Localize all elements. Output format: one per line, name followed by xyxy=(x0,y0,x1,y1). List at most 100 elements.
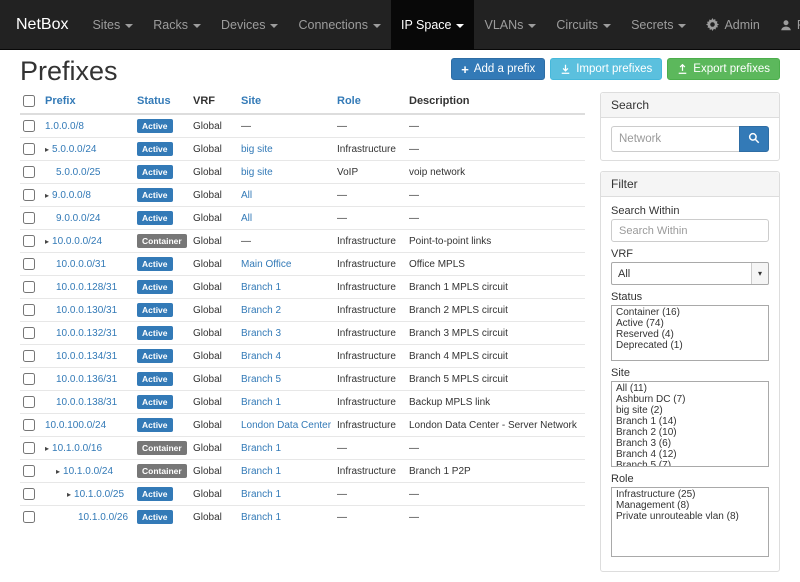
site-link[interactable]: London Data Center xyxy=(241,420,331,431)
site-link[interactable]: Branch 4 xyxy=(241,351,281,362)
row-checkbox[interactable] xyxy=(23,373,35,385)
prefix-link[interactable]: 10.0.0.136/31 xyxy=(56,374,117,385)
site-link[interactable]: All xyxy=(241,213,252,224)
prefix-link[interactable]: 1.0.0.0/8 xyxy=(45,121,84,132)
vrf-select[interactable]: All ▾ xyxy=(611,262,769,285)
column-header-site[interactable]: Site xyxy=(238,92,334,114)
description-cell: Branch 4 MPLS circuit xyxy=(406,345,585,368)
row-checkbox[interactable] xyxy=(23,189,35,201)
export-prefixes-button[interactable]: Export prefixes xyxy=(667,58,780,80)
row-checkbox[interactable] xyxy=(23,258,35,270)
column-header-role[interactable]: Role xyxy=(334,92,406,114)
site-link[interactable]: Branch 1 xyxy=(241,466,281,477)
filter-option[interactable]: Branch 1 (14) xyxy=(612,416,768,427)
vrf-cell: Global xyxy=(190,391,238,414)
filter-option[interactable]: Reserved (4) xyxy=(612,329,768,340)
filter-option[interactable]: Infrastructure (25) xyxy=(612,489,768,500)
filter-option[interactable]: Deprecated (1) xyxy=(612,340,768,351)
status-cell: Container xyxy=(134,460,190,483)
row-checkbox[interactable] xyxy=(23,304,35,316)
site-link[interactable]: Branch 1 xyxy=(241,397,281,408)
site-link[interactable]: Branch 2 xyxy=(241,305,281,316)
profile-link[interactable]: Profile xyxy=(770,0,800,49)
prefix-link[interactable]: 10.1.0.0/25 xyxy=(74,489,124,500)
add-a-prefix-button[interactable]: +Add a prefix xyxy=(451,58,545,80)
row-checkbox[interactable] xyxy=(23,419,35,431)
prefix-link[interactable]: 10.1.0.0/26 xyxy=(78,512,128,523)
filter-option[interactable]: Active (74) xyxy=(612,318,768,329)
nav-item-vlans[interactable]: VLANs xyxy=(474,0,546,49)
prefix-link[interactable]: 10.0.100.0/24 xyxy=(45,420,106,431)
prefix-link[interactable]: 10.1.0.0/24 xyxy=(63,466,113,477)
nav-item-sites[interactable]: Sites xyxy=(82,0,143,49)
nav-item-circuits[interactable]: Circuits xyxy=(546,0,621,49)
nav-item-label: Sites xyxy=(92,18,120,32)
filter-option[interactable]: Private unrouteable vlan (8) xyxy=(612,511,768,522)
prefix-link[interactable]: 9.0.0.0/8 xyxy=(52,190,91,201)
filter-option[interactable]: Ashburn DC (7) xyxy=(612,394,768,405)
prefix-link[interactable]: 10.1.0.0/16 xyxy=(52,443,102,454)
prefix-link[interactable]: 10.0.0.138/31 xyxy=(56,397,117,408)
import-prefixes-button[interactable]: Import prefixes xyxy=(550,58,662,80)
row-checkbox[interactable] xyxy=(23,396,35,408)
site-link[interactable]: Branch 1 xyxy=(241,489,281,500)
row-checkbox[interactable] xyxy=(23,212,35,224)
search-within-input[interactable] xyxy=(611,219,769,242)
status-badge: Container xyxy=(137,464,187,478)
row-checkbox[interactable] xyxy=(23,120,35,132)
admin-link[interactable]: Admin xyxy=(696,0,769,49)
site-link[interactable]: Branch 1 xyxy=(241,512,281,523)
site-link[interactable]: Main Office xyxy=(241,259,291,270)
row-checkbox[interactable] xyxy=(23,442,35,454)
filter-option[interactable]: Branch 3 (6) xyxy=(612,438,768,449)
prefix-link[interactable]: 10.0.0.132/31 xyxy=(56,328,117,339)
nav-item-secrets[interactable]: Secrets xyxy=(621,0,696,49)
status-badge: Active xyxy=(137,372,173,386)
row-checkbox[interactable] xyxy=(23,166,35,178)
row-checkbox[interactable] xyxy=(23,511,35,523)
vrf-cell: Global xyxy=(190,230,238,253)
filter-option[interactable]: Branch 4 (12) xyxy=(612,449,768,460)
column-header-status[interactable]: Status xyxy=(134,92,190,114)
row-checkbox[interactable] xyxy=(23,281,35,293)
row-checkbox[interactable] xyxy=(23,350,35,362)
prefix-link[interactable]: 5.0.0.0/25 xyxy=(56,167,100,178)
filter-option[interactable]: Branch 5 (7) xyxy=(612,460,768,467)
filter-option[interactable]: All (11) xyxy=(612,383,768,394)
filter-role-list[interactable]: Infrastructure (25)Management (8)Private… xyxy=(611,487,769,557)
nav-item-connections[interactable]: Connections xyxy=(288,0,391,49)
site-link[interactable]: Branch 3 xyxy=(241,328,281,339)
site-link[interactable]: big site xyxy=(241,167,273,178)
nav-item-devices[interactable]: Devices xyxy=(211,0,288,49)
site-link[interactable]: All xyxy=(241,190,252,201)
select-all-checkbox[interactable] xyxy=(23,95,35,107)
row-checkbox[interactable] xyxy=(23,235,35,247)
site-link[interactable]: Branch 5 xyxy=(241,374,281,385)
filter-site-list[interactable]: All (11)Ashburn DC (7)big site (2)Branch… xyxy=(611,381,769,467)
prefix-link[interactable]: 10.0.0.134/31 xyxy=(56,351,117,362)
prefix-link[interactable]: 10.0.0.0/24 xyxy=(52,236,102,247)
prefix-link[interactable]: 10.0.0.0/31 xyxy=(56,259,106,270)
site-link[interactable]: big site xyxy=(241,144,273,155)
nav-item-racks[interactable]: Racks xyxy=(143,0,211,49)
filter-option[interactable]: Branch 2 (10) xyxy=(612,427,768,438)
row-checkbox[interactable] xyxy=(23,488,35,500)
search-button[interactable] xyxy=(739,126,769,152)
column-header-prefix[interactable]: Prefix xyxy=(42,92,134,114)
row-checkbox[interactable] xyxy=(23,143,35,155)
brand[interactable]: NetBox xyxy=(8,0,82,49)
filter-status-list[interactable]: Container (16)Active (74)Reserved (4)Dep… xyxy=(611,305,769,361)
prefix-link[interactable]: 5.0.0.0/24 xyxy=(52,144,96,155)
filter-option[interactable]: Container (16) xyxy=(612,307,768,318)
prefix-link[interactable]: 10.0.0.128/31 xyxy=(56,282,117,293)
filter-option[interactable]: Management (8) xyxy=(612,500,768,511)
site-link[interactable]: Branch 1 xyxy=(241,282,281,293)
search-input[interactable] xyxy=(611,126,739,152)
prefix-link[interactable]: 9.0.0.0/24 xyxy=(56,213,100,224)
nav-item-ip-space[interactable]: IP Space xyxy=(391,0,475,49)
site-link[interactable]: Branch 1 xyxy=(241,443,281,454)
prefix-link[interactable]: 10.0.0.130/31 xyxy=(56,305,117,316)
filter-option[interactable]: big site (2) xyxy=(612,405,768,416)
row-checkbox[interactable] xyxy=(23,327,35,339)
row-checkbox[interactable] xyxy=(23,465,35,477)
